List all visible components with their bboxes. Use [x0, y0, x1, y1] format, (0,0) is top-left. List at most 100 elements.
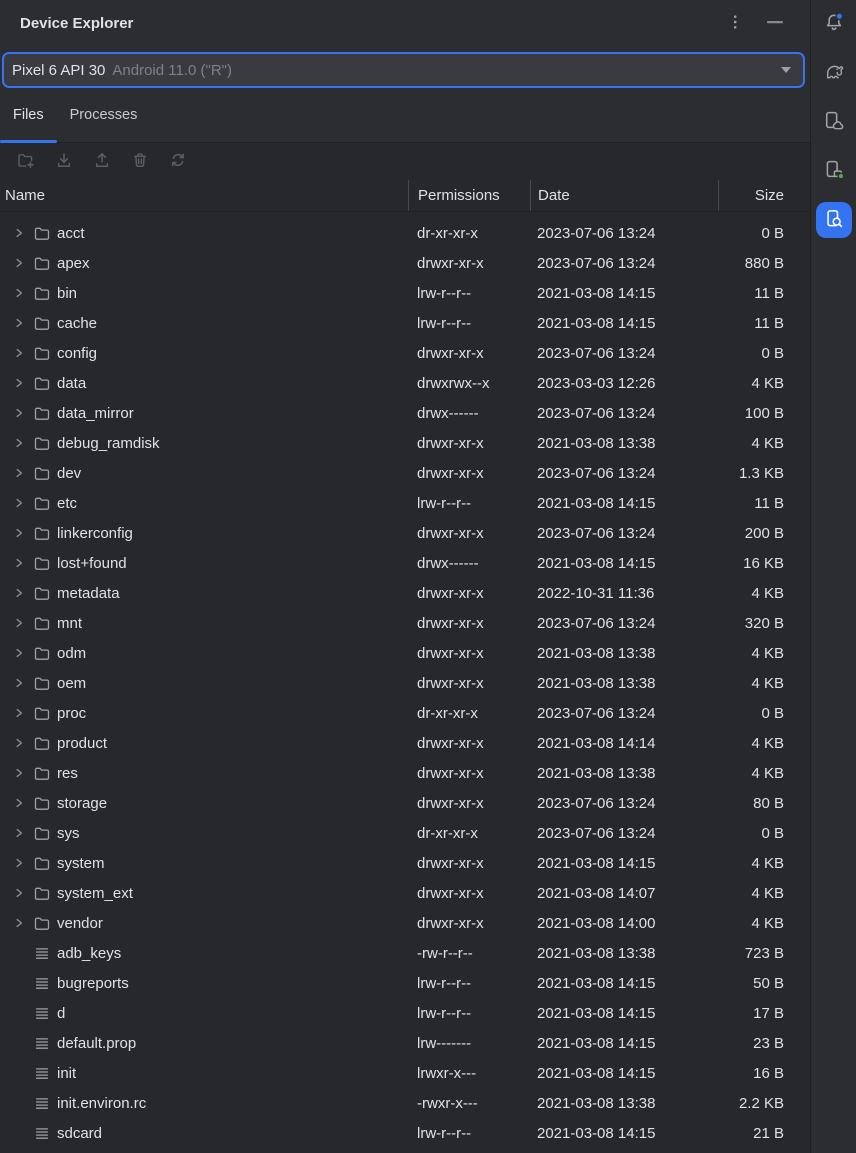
table-row[interactable]: debug_ramdiskdrwxr-xr-x2021-03-08 13:384… — [0, 428, 810, 458]
file-size: 21 B — [718, 1125, 810, 1142]
expand-chevron-icon[interactable] — [14, 888, 24, 898]
table-row[interactable]: dlrw-r--r--2021-03-08 14:1517 B — [0, 998, 810, 1028]
expand-chevron-icon[interactable] — [14, 378, 24, 388]
table-row[interactable]: default.proplrw-------2021-03-08 14:1523… — [0, 1028, 810, 1058]
synchronize-button[interactable] — [167, 149, 189, 174]
column-header-permissions[interactable]: Permissions — [408, 180, 530, 211]
device-explorer-button[interactable] — [816, 202, 852, 238]
expand-chevron-icon[interactable] — [14, 648, 24, 658]
expand-chevron-icon[interactable] — [14, 768, 24, 778]
table-row[interactable]: acctdr-xr-xr-x2023-07-06 13:240 B — [0, 218, 810, 248]
table-row[interactable]: odmdrwxr-xr-x2021-03-08 13:384 KB — [0, 638, 810, 668]
table-row[interactable]: system_extdrwxr-xr-x2021-03-08 14:074 KB — [0, 878, 810, 908]
notifications-button[interactable] — [816, 6, 852, 42]
expand-chevron-icon[interactable] — [14, 408, 24, 418]
expand-chevron-icon[interactable] — [14, 678, 24, 688]
file-icon — [33, 1064, 51, 1082]
table-row[interactable]: etclrw-r--r--2021-03-08 14:1511 B — [0, 488, 810, 518]
expand-chevron-icon[interactable] — [14, 708, 24, 718]
column-header-name[interactable]: Name — [0, 180, 408, 211]
table-row[interactable]: mntdrwxr-xr-x2023-07-06 13:24320 B — [0, 608, 810, 638]
table-row[interactable]: configdrwxr-xr-x2023-07-06 13:240 B — [0, 338, 810, 368]
expand-chevron-icon[interactable] — [14, 528, 24, 538]
file-name: acct — [57, 225, 85, 242]
expand-chevron-icon[interactable] — [14, 828, 24, 838]
table-row[interactable]: vendordrwxr-xr-x2021-03-08 14:004 KB — [0, 908, 810, 938]
table-row[interactable]: metadatadrwxr-xr-x2022-10-31 11:364 KB — [0, 578, 810, 608]
tab-processes[interactable]: Processes — [57, 88, 151, 142]
file-name: storage — [57, 795, 107, 812]
expand-chevron-icon[interactable] — [14, 618, 24, 628]
expand-chevron-icon[interactable] — [14, 858, 24, 868]
table-row[interactable]: apexdrwxr-xr-x2023-07-06 13:24880 B — [0, 248, 810, 278]
panel-options-button[interactable] — [726, 12, 744, 35]
file-name: config — [57, 345, 97, 362]
expand-chevron-icon[interactable] — [14, 438, 24, 448]
table-row[interactable]: initlrwxr-x---2021-03-08 14:1516 B — [0, 1058, 810, 1088]
file-date: 2021-03-08 14:15 — [530, 975, 718, 992]
file-name: d — [57, 1005, 65, 1022]
files-view: Name Permissions Date Size acctdr-xr-xr-… — [0, 143, 810, 1153]
table-row[interactable]: sysdr-xr-xr-x2023-07-06 13:240 B — [0, 818, 810, 848]
table-row[interactable]: adb_keys-rw-r--r--2021-03-08 13:38723 B — [0, 938, 810, 968]
running-devices-button[interactable] — [816, 153, 852, 189]
table-row[interactable]: bugreportslrw-r--r--2021-03-08 14:1550 B — [0, 968, 810, 998]
expand-chevron-icon[interactable] — [14, 738, 24, 748]
download-file-button[interactable] — [53, 149, 75, 174]
table-row[interactable]: lost+founddrwx------2021-03-08 14:1516 K… — [0, 548, 810, 578]
file-name: res — [57, 765, 78, 782]
table-row[interactable]: linkerconfigdrwxr-xr-x2023-07-06 13:2420… — [0, 518, 810, 548]
gradle-button[interactable] — [816, 55, 852, 91]
expand-chevron-icon[interactable] — [14, 258, 24, 268]
expand-chevron-icon[interactable] — [14, 558, 24, 568]
file-date: 2021-03-08 13:38 — [530, 435, 718, 452]
table-header: Name Permissions Date Size — [0, 180, 810, 212]
file-date: 2021-03-08 14:15 — [530, 1125, 718, 1142]
file-permissions: lrw-r--r-- — [408, 315, 530, 332]
table-row[interactable]: binlrw-r--r--2021-03-08 14:1511 B — [0, 278, 810, 308]
tab-files[interactable]: Files — [0, 88, 57, 142]
table-row[interactable]: datadrwxrwx--x2023-03-03 12:264 KB — [0, 368, 810, 398]
upload-file-button[interactable] — [91, 149, 113, 174]
new-folder-button[interactable] — [15, 149, 37, 174]
expand-chevron-icon[interactable] — [14, 318, 24, 328]
table-row[interactable]: sdcardlrw-r--r--2021-03-08 14:1521 B — [0, 1118, 810, 1148]
expand-chevron-icon[interactable] — [14, 228, 24, 238]
folder-icon — [33, 674, 51, 692]
delete-button[interactable] — [129, 149, 151, 174]
table-row[interactable]: oemdrwxr-xr-x2021-03-08 13:384 KB — [0, 668, 810, 698]
table-row[interactable]: cachelrw-r--r--2021-03-08 14:1511 B — [0, 308, 810, 338]
expand-chevron-icon[interactable] — [14, 498, 24, 508]
device-selector-value: Pixel 6 API 30 — [12, 62, 105, 79]
device-manager-button[interactable] — [816, 104, 852, 140]
expand-chevron-icon[interactable] — [14, 918, 24, 928]
file-size: 880 B — [718, 255, 810, 272]
device-selector-dropdown[interactable]: Pixel 6 API 30 Android 11.0 ("R") — [2, 52, 805, 88]
gradle-elephant-icon — [823, 61, 845, 86]
column-header-size[interactable]: Size — [718, 180, 810, 211]
expand-chevron-icon[interactable] — [14, 798, 24, 808]
file-size: 2.2 KB — [718, 1095, 810, 1112]
table-row[interactable]: resdrwxr-xr-x2021-03-08 13:384 KB — [0, 758, 810, 788]
column-header-date[interactable]: Date — [530, 180, 718, 211]
folder-icon — [33, 284, 51, 302]
table-row[interactable]: productdrwxr-xr-x2021-03-08 14:144 KB — [0, 728, 810, 758]
table-row[interactable]: init.environ.rc-rwxr-x---2021-03-08 13:3… — [0, 1088, 810, 1118]
file-name: default.prop — [57, 1035, 136, 1052]
right-tool-stripe — [810, 0, 856, 1153]
folder-icon — [33, 734, 51, 752]
expand-chevron-icon[interactable] — [14, 348, 24, 358]
table-row[interactable]: procdr-xr-xr-x2023-07-06 13:240 B — [0, 698, 810, 728]
file-date: 2023-03-03 12:26 — [530, 375, 718, 392]
running-dot — [838, 173, 844, 179]
hide-panel-button[interactable] — [764, 12, 786, 35]
file-permissions: -rw-r--r-- — [408, 945, 530, 962]
expand-chevron-icon[interactable] — [14, 588, 24, 598]
file-size: 0 B — [718, 345, 810, 362]
expand-chevron-icon[interactable] — [14, 468, 24, 478]
table-row[interactable]: systemdrwxr-xr-x2021-03-08 14:154 KB — [0, 848, 810, 878]
table-row[interactable]: devdrwxr-xr-x2023-07-06 13:241.3 KB — [0, 458, 810, 488]
table-row[interactable]: data_mirrordrwx------2023-07-06 13:24100… — [0, 398, 810, 428]
expand-chevron-icon[interactable] — [14, 288, 24, 298]
table-row[interactable]: storagedrwxr-xr-x2023-07-06 13:2480 B — [0, 788, 810, 818]
